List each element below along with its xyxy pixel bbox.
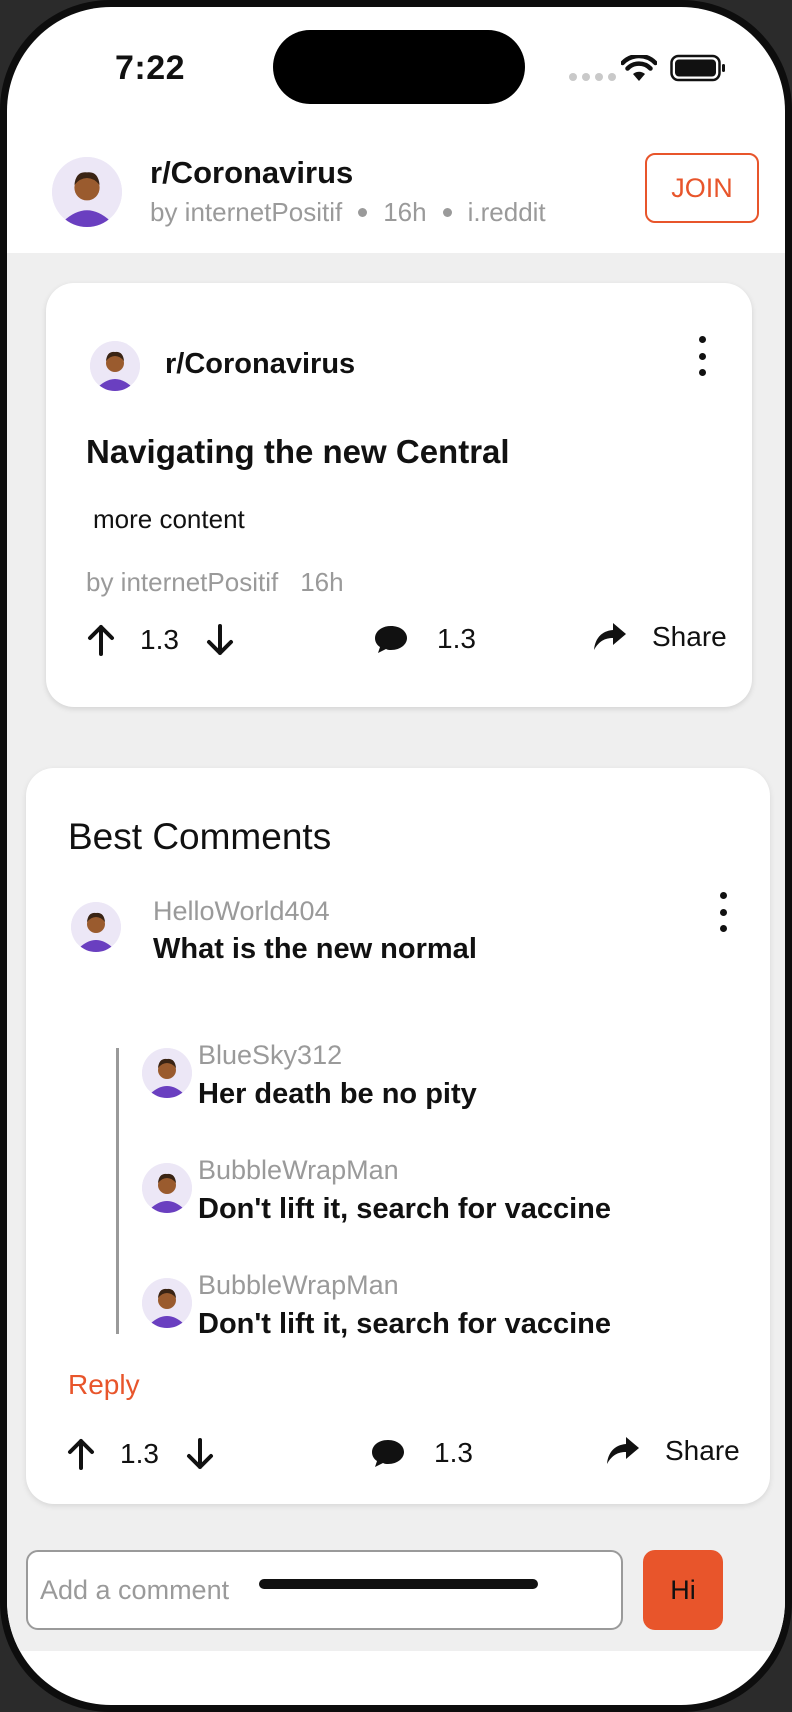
send-button[interactable]: Hi — [643, 1550, 723, 1630]
upvote-count: 1.3 — [140, 624, 179, 655]
post-content: more content — [93, 504, 245, 534]
author[interactable]: by internetPositif — [150, 197, 342, 228]
post-subreddit[interactable]: r/Coronavirus — [165, 348, 355, 381]
downvote-arrow-icon[interactable] — [185, 1437, 215, 1471]
comment-bubble-icon[interactable] — [373, 623, 409, 655]
separator-dot — [358, 208, 368, 217]
comments-group[interactable]: 1.3 — [370, 1437, 473, 1469]
reply-username[interactable]: BubbleWrapMan — [198, 1155, 399, 1186]
comments-heading: Best Comments — [68, 816, 332, 857]
comment-username[interactable]: HelloWorld404 — [153, 896, 330, 927]
author[interactable]: by internetPositif — [86, 567, 278, 598]
post-meta: by internetPositif 16h i.reddit — [150, 197, 546, 228]
post-age: 16h — [383, 197, 427, 227]
reply-text: Her death be no pity — [198, 1078, 477, 1110]
upvote-count: 1.3 — [120, 1438, 159, 1469]
comment-text: What is the new normal — [153, 933, 477, 965]
reply-link[interactable]: Reply — [68, 1369, 140, 1401]
share-label[interactable]: Share — [652, 621, 727, 653]
reply-username[interactable]: BlueSky312 — [198, 1040, 342, 1071]
status-time: 7:22 — [115, 49, 186, 87]
reply-text: Don't lift it, search for vaccine — [198, 1193, 611, 1225]
reply-username[interactable]: BubbleWrapMan — [198, 1270, 399, 1301]
upvote-arrow-icon[interactable] — [66, 1437, 96, 1471]
post-byline: by internetPositif 16h — [86, 567, 344, 598]
post-card[interactable]: r/Coronavirus Navigating the new Central… — [46, 283, 752, 707]
avatar[interactable] — [90, 341, 140, 391]
avatar[interactable] — [52, 157, 122, 227]
home-indicator[interactable] — [259, 1579, 538, 1589]
post-source[interactable]: i.reddit — [468, 197, 546, 228]
avatar[interactable] — [142, 1048, 192, 1098]
wifi-icon — [621, 55, 657, 81]
separator-dot — [442, 208, 452, 217]
dynamic-island — [273, 30, 525, 104]
share-arrow-icon[interactable] — [605, 1435, 641, 1467]
subreddit-title[interactable]: r/Coronavirus — [150, 155, 353, 191]
kebab-menu-icon[interactable] — [692, 336, 712, 376]
vote-group: 1.3 — [86, 623, 235, 657]
vote-group: 1.3 — [66, 1437, 215, 1471]
kebab-menu-icon[interactable] — [713, 892, 733, 932]
share-arrow-icon[interactable] — [592, 621, 628, 653]
post-age: 16h — [300, 567, 344, 597]
comment-count: 1.3 — [434, 1437, 473, 1468]
join-button[interactable]: JOIN — [645, 153, 759, 223]
phone-frame: 7:22 r/Coronavirus by internetPositif 16… — [0, 0, 792, 1712]
signal-icon — [569, 73, 616, 81]
comment-count: 1.3 — [437, 623, 476, 654]
share-group[interactable]: Share — [592, 621, 727, 653]
share-group[interactable]: Share — [605, 1435, 740, 1467]
avatar[interactable] — [142, 1163, 192, 1213]
avatar[interactable] — [71, 902, 121, 952]
upvote-arrow-icon[interactable] — [86, 623, 116, 657]
reply-text: Don't lift it, search for vaccine — [198, 1308, 611, 1340]
downvote-arrow-icon[interactable] — [205, 623, 235, 657]
thread-line — [116, 1048, 119, 1334]
comments-group[interactable]: 1.3 — [373, 623, 476, 655]
comments-card: Best Comments HelloWorld404 What is the … — [26, 768, 770, 1504]
subreddit-header: r/Coronavirus by internetPositif 16h i.r… — [7, 135, 785, 253]
feed: r/Coronavirus Navigating the new Central… — [7, 253, 785, 1651]
battery-icon — [670, 54, 725, 82]
post-title[interactable]: Navigating the new Central — [86, 433, 510, 471]
avatar[interactable] — [142, 1278, 192, 1328]
screen: 7:22 r/Coronavirus by internetPositif 16… — [7, 7, 785, 1705]
comment-bubble-icon[interactable] — [370, 1437, 406, 1469]
share-label[interactable]: Share — [665, 1435, 740, 1467]
comment-input[interactable] — [26, 1550, 623, 1630]
